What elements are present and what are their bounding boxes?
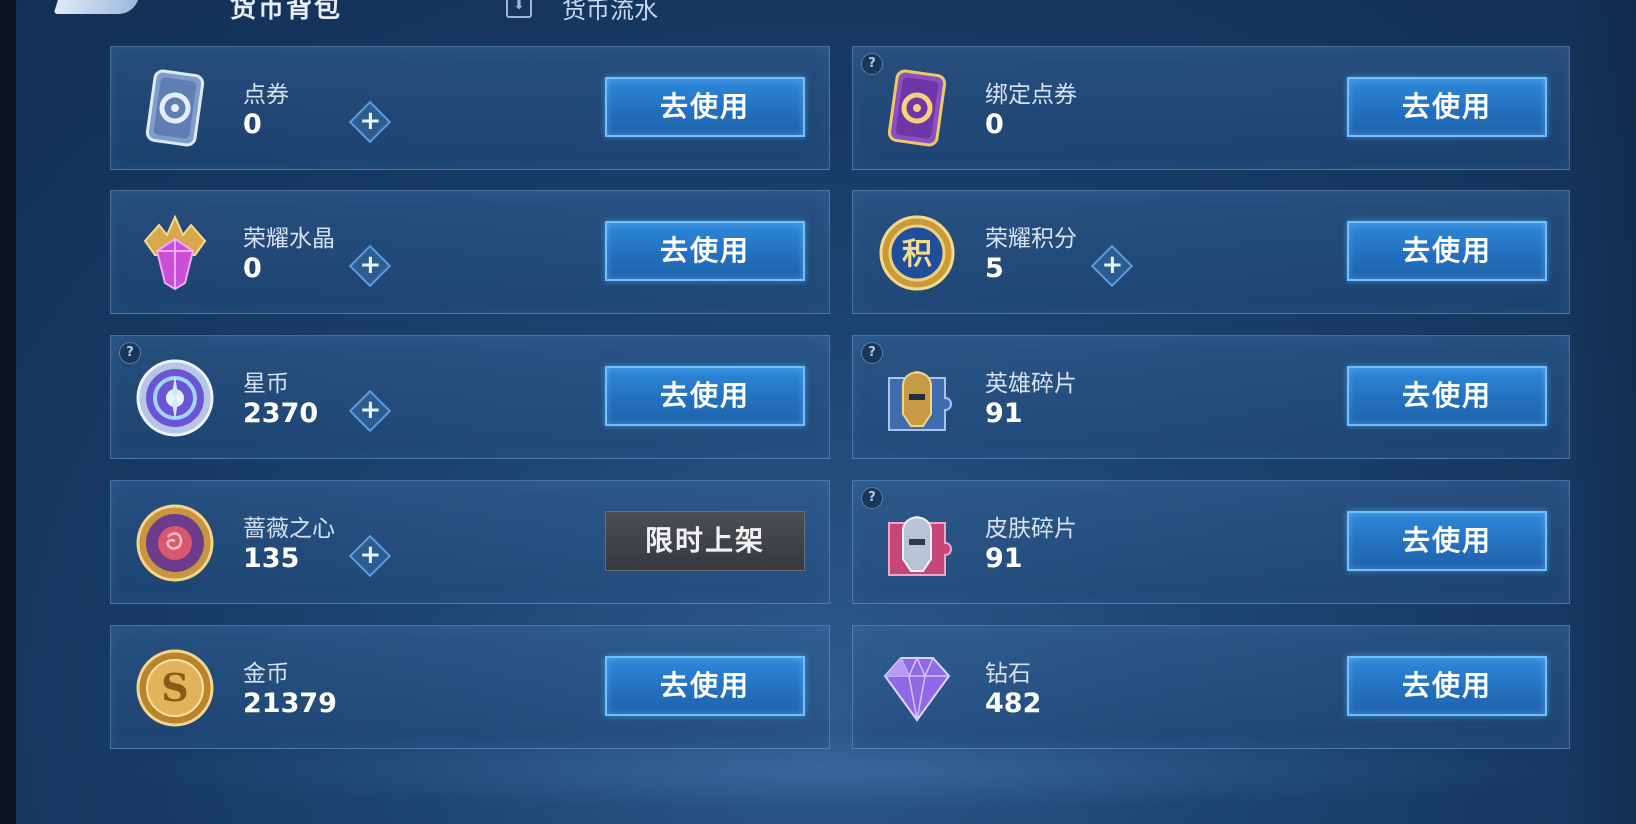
currency-card-voucher: 点券 0 + 去使用 <box>110 46 830 170</box>
currency-amount: 91 <box>985 543 1023 574</box>
currency-card-gold-coin: S 金币 21379 去使用 <box>110 625 830 749</box>
diamond-icon <box>877 646 957 728</box>
currency-amount: 2370 <box>243 398 319 429</box>
use-glory-points-button[interactable]: 去使用 <box>1347 221 1547 281</box>
currency-name: 英雄碎片 <box>985 371 1077 397</box>
star-coin-icon <box>135 356 215 438</box>
page-title: 货币背包 <box>230 0 343 24</box>
currency-card-rose-heart: 蔷薇之心 135 + 限时上架 <box>110 480 830 604</box>
right-edge-band <box>1566 0 1636 824</box>
currency-amount: 21379 <box>243 688 337 719</box>
gold-coin-icon: S <box>135 646 215 728</box>
voucher-card-icon <box>135 67 215 149</box>
bound-voucher-card-icon <box>877 67 957 149</box>
currency-card-glory-crystal: 荣耀水晶 0 + 去使用 <box>110 190 830 314</box>
skin-fragment-icon <box>877 501 957 583</box>
currency-card-hero-fragment: ? 英雄碎片 91 去使用 <box>852 335 1570 459</box>
limited-time-button[interactable]: 限时上架 <box>605 511 805 571</box>
plus-icon: + <box>359 540 382 571</box>
currency-name: 点券 <box>243 82 289 108</box>
currency-amount: 5 <box>985 253 1004 284</box>
add-glory-points-button[interactable]: + <box>1090 244 1134 288</box>
left-edge-strip <box>0 0 16 824</box>
currency-flow-link[interactable]: 货币流水 <box>562 0 658 25</box>
currency-amount: 135 <box>243 543 300 574</box>
currency-amount: 0 <box>985 109 1004 140</box>
use-gold-coin-button[interactable]: 去使用 <box>605 656 805 716</box>
header: 货币背包 ⬇ 货币流水 <box>0 0 1636 30</box>
add-rose-heart-button[interactable]: + <box>348 534 392 578</box>
plus-icon: + <box>1101 250 1124 281</box>
flow-record-icon[interactable]: ⬇ <box>506 0 532 18</box>
currency-name: 荣耀水晶 <box>243 226 335 252</box>
glory-crystal-icon <box>135 211 215 293</box>
logo-icon <box>53 0 143 14</box>
currency-name: 绑定点券 <box>985 82 1077 108</box>
plus-icon: + <box>359 250 382 281</box>
add-voucher-button[interactable]: + <box>348 100 392 144</box>
add-glory-crystal-button[interactable]: + <box>348 244 392 288</box>
rose-heart-icon <box>135 501 215 583</box>
plus-icon: + <box>359 106 382 137</box>
hero-fragment-icon <box>877 356 957 438</box>
plus-icon: + <box>359 395 382 426</box>
use-glory-crystal-button[interactable]: 去使用 <box>605 221 805 281</box>
currency-card-star-coin: ? 星币 2370 + 去使用 <box>110 335 830 459</box>
use-skin-fragment-button[interactable]: 去使用 <box>1347 511 1547 571</box>
currency-name: 钻石 <box>985 661 1031 687</box>
currency-card-diamond: 钻石 482 去使用 <box>852 625 1570 749</box>
currency-name: 荣耀积分 <box>985 226 1077 252</box>
currency-name: 星币 <box>243 371 289 397</box>
currency-card-glory-points: 积 荣耀积分 5 + 去使用 <box>852 190 1570 314</box>
currency-name: 蔷薇之心 <box>243 516 335 542</box>
currency-amount: 91 <box>985 398 1023 429</box>
use-star-coin-button[interactable]: 去使用 <box>605 366 805 426</box>
svg-text:S: S <box>161 665 188 710</box>
currency-name: 金币 <box>243 661 289 687</box>
add-star-coin-button[interactable]: + <box>348 389 392 433</box>
use-diamond-button[interactable]: 去使用 <box>1347 656 1547 716</box>
currency-card-bound-voucher: ? 绑定点券 0 去使用 <box>852 46 1570 170</box>
currency-amount: 0 <box>243 253 262 284</box>
glory-points-icon: 积 <box>877 211 957 293</box>
currency-card-skin-fragment: ? 皮肤碎片 91 去使用 <box>852 480 1570 604</box>
use-bound-voucher-button[interactable]: 去使用 <box>1347 77 1547 137</box>
use-voucher-button[interactable]: 去使用 <box>605 77 805 137</box>
currency-name: 皮肤碎片 <box>985 516 1077 542</box>
use-hero-fragment-button[interactable]: 去使用 <box>1347 366 1547 426</box>
currency-amount: 0 <box>243 109 262 140</box>
svg-text:积: 积 <box>902 237 932 272</box>
currency-amount: 482 <box>985 688 1042 719</box>
